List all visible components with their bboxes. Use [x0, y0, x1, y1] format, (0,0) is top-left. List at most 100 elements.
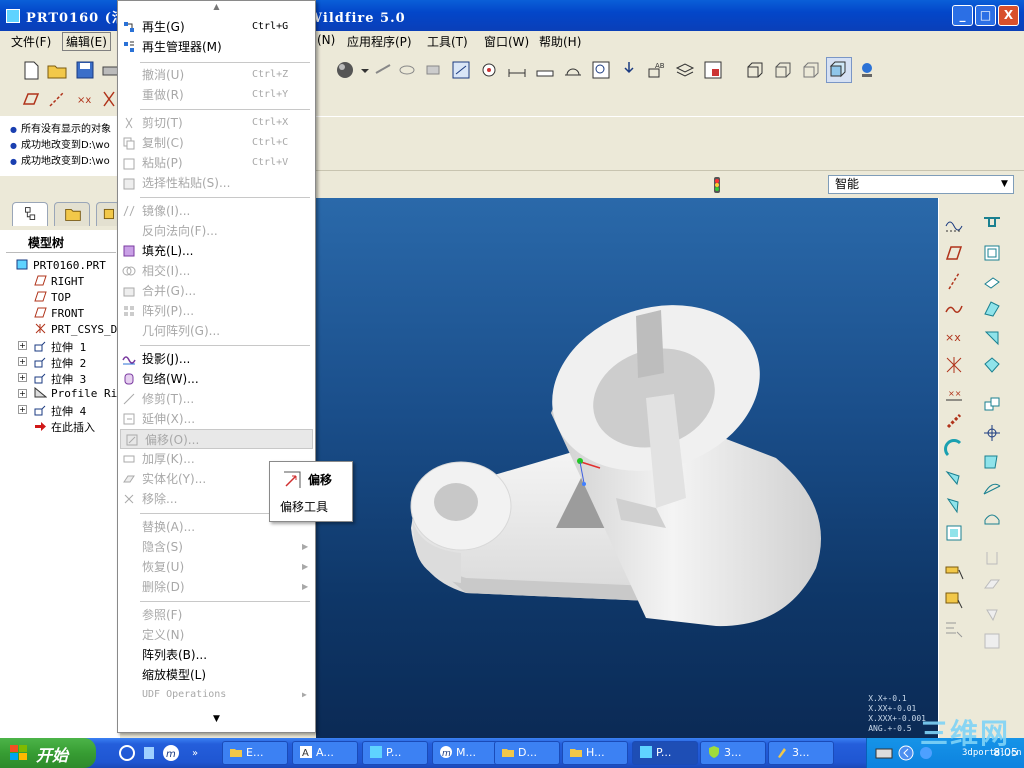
tree-node-extrude-4[interactable]: 拉伸 4	[34, 403, 86, 419]
tray-expand-icon[interactable]	[895, 742, 917, 764]
taskbar-button[interactable]: 3...	[700, 741, 766, 765]
expand-toggle[interactable]: +	[18, 357, 27, 366]
mirror-tool-icon[interactable]	[981, 394, 1003, 416]
menu-item-redo[interactable]: 重做(R) Ctrl+Y	[118, 85, 315, 105]
minimize-button[interactable]: _	[952, 5, 973, 26]
blend-icon[interactable]	[943, 494, 965, 516]
tab-folder-browser[interactable]	[54, 202, 90, 226]
tree-node-extrude-2[interactable]: 拉伸 2	[34, 355, 86, 371]
menu-item-undo[interactable]: 撤消(U) Ctrl+Z	[118, 65, 315, 85]
menu-item-geometry-pattern[interactable]: 几何阵列(G)...	[118, 321, 315, 341]
graphics-viewport[interactable]: X.X+-0.1 X.XX+-0.01 X.XXX+-0.001 ANG.+-0…	[316, 198, 938, 738]
menu-item-cut[interactable]: 剪切(T) Ctrl+X	[118, 113, 315, 133]
disabled-feature-icon[interactable]	[981, 602, 1003, 624]
tree-node-insert-here[interactable]: 在此插入	[34, 419, 95, 435]
quicklaunch-more-icon[interactable]: »	[188, 742, 210, 764]
expand-toggle[interactable]: +	[18, 373, 27, 382]
zoom-window-icon[interactable]	[590, 59, 612, 81]
tree-node-csys[interactable]: PRT_CSYS_DEF	[34, 323, 120, 336]
round-icon[interactable]	[981, 242, 1003, 264]
taskbar-button[interactable]: E...	[222, 741, 288, 765]
close-button[interactable]: X	[998, 5, 1019, 26]
menu-edit[interactable]: 编辑(E)	[62, 32, 111, 51]
datum-plane-tool-icon[interactable]	[943, 242, 965, 264]
wireframe-icon[interactable]	[744, 59, 766, 81]
hole-icon[interactable]	[981, 214, 1003, 236]
menu-item-scale-model[interactable]: 缩放模型(L)	[118, 665, 315, 685]
expand-toggle[interactable]: +	[18, 405, 27, 414]
menu-scroll-up[interactable]: ▲	[118, 2, 315, 14]
revolve-icon[interactable]	[943, 438, 965, 460]
menu-item-project[interactable]: 投影(J)...	[118, 349, 315, 369]
measure-length-icon[interactable]	[534, 59, 556, 81]
menu-file[interactable]: 文件(F)	[8, 33, 54, 50]
new-file-icon[interactable]	[20, 59, 42, 81]
traffic-light-icon[interactable]	[706, 174, 728, 196]
udf-icon[interactable]	[943, 618, 965, 640]
disabled-feature-icon[interactable]	[981, 546, 1003, 568]
open-folder-icon[interactable]	[46, 59, 68, 81]
datum-axis-display-icon[interactable]	[46, 88, 68, 110]
tree-node-extrude-3[interactable]: 拉伸 3	[34, 371, 86, 387]
menu-item-extend[interactable]: 延伸(X)...	[118, 409, 315, 429]
model-display-icon[interactable]	[702, 59, 724, 81]
menu-scroll-down[interactable]: ▼	[118, 714, 315, 726]
taskbar-button[interactable]: D...	[494, 741, 560, 765]
chamfer-icon[interactable]	[981, 326, 1003, 348]
shell-icon[interactable]	[943, 522, 965, 544]
datum-point-display-icon[interactable]: ×x	[74, 88, 96, 110]
axis-pattern-icon[interactable]	[981, 422, 1003, 444]
chain-icon[interactable]	[943, 410, 965, 432]
datum-curve-icon[interactable]	[943, 298, 965, 320]
menu-item-pattern-table[interactable]: 阵列表(B)...	[118, 645, 315, 665]
menu-item-regenerate[interactable]: 再生(G) Ctrl+G	[118, 17, 315, 37]
ie-icon[interactable]	[116, 742, 138, 764]
menu-item-trim[interactable]: 修剪(T)...	[118, 389, 315, 409]
analysis-icon[interactable]: ××	[943, 382, 965, 404]
keyboard-icon[interactable]	[873, 742, 895, 764]
import-arrow-icon[interactable]	[618, 59, 640, 81]
menu-item-regen-manager[interactable]: 再生管理器(M)	[118, 37, 315, 57]
eye-icon[interactable]	[396, 59, 418, 81]
menu-item-reverse-normal[interactable]: 反向法向(F)...	[118, 221, 315, 241]
menu-item-fill[interactable]: 填充(L)...	[118, 241, 315, 261]
taskbar-button[interactable]: P...	[362, 741, 428, 765]
m-app-icon[interactable]: m	[160, 742, 182, 764]
menu-item-pattern[interactable]: 阵列(P)...	[118, 301, 315, 321]
rib-tool-icon[interactable]	[981, 298, 1003, 320]
shading-sphere-icon[interactable]	[334, 59, 356, 81]
selection-filter-dropdown[interactable]: 智能 ▼	[828, 175, 1014, 194]
menu-item-definition[interactable]: 定义(N)	[118, 625, 315, 645]
media-icon[interactable]	[138, 742, 160, 764]
maximize-button[interactable]: □	[975, 5, 996, 26]
tree-node-part[interactable]: PRT0160.PRT	[16, 259, 106, 272]
layers-gray-icon[interactable]	[422, 59, 444, 81]
boundary-blend-icon[interactable]	[981, 506, 1003, 528]
menu-item-suppress[interactable]: 隐含(S) ▶	[118, 537, 315, 557]
taskbar-button[interactable]: 3...	[768, 741, 834, 765]
annotation-ab-icon[interactable]: AB	[646, 59, 668, 81]
menu-insert[interactable]: (N)	[314, 33, 338, 47]
layer-stack-icon[interactable]	[674, 59, 696, 81]
datum-axis-tool-icon[interactable]	[943, 270, 965, 292]
taskbar-button[interactable]: H...	[562, 741, 628, 765]
sketch-edit-icon[interactable]	[943, 590, 965, 612]
disabled-feature-icon[interactable]	[981, 574, 1003, 596]
hide-icon[interactable]	[372, 59, 394, 81]
datum-plane-display-icon[interactable]	[20, 88, 42, 110]
csys-tool-icon[interactable]	[943, 354, 965, 376]
measure-angle-icon[interactable]	[562, 59, 584, 81]
menu-window[interactable]: 窗口(W)	[481, 33, 532, 50]
save-icon[interactable]	[74, 59, 96, 81]
menu-help[interactable]: 帮助(H)	[536, 33, 584, 50]
menu-item-udf-operations[interactable]: UDF Operations ▶	[118, 685, 315, 705]
shaded-mode-icon[interactable]	[826, 57, 852, 83]
gear-node-icon[interactable]	[478, 59, 500, 81]
taskbar-button[interactable]: m M...	[432, 741, 498, 765]
menu-applications[interactable]: 应用程序(P)	[344, 33, 415, 50]
menu-item-references[interactable]: 参照(F)	[118, 605, 315, 625]
menu-item-copy[interactable]: 复制(C) Ctrl+C	[118, 133, 315, 153]
taskbar-button[interactable]: A A...	[292, 741, 358, 765]
menu-item-paste-special[interactable]: 选择性粘贴(S)...	[118, 173, 315, 193]
disabled-feature-icon[interactable]	[981, 630, 1003, 652]
